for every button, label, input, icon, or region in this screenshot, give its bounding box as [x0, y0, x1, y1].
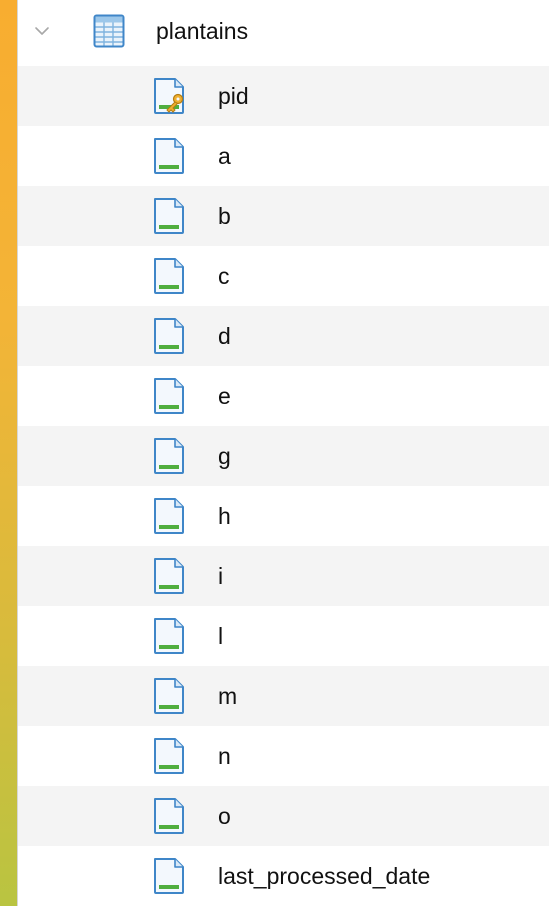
primary-key-column-icon — [154, 78, 184, 114]
column-icon — [154, 198, 184, 234]
column-name: n — [218, 743, 231, 769]
tree-row-column[interactable]: g — [18, 426, 549, 486]
schema-tree: plantains pid a b c d e g h i l m n o last_processed_… — [17, 0, 549, 906]
tree-row-column[interactable]: l — [18, 606, 549, 666]
column-icon — [154, 558, 184, 594]
column-name: pid — [218, 83, 249, 109]
column-icon — [154, 258, 184, 294]
tree-row-column[interactable]: a — [18, 126, 549, 186]
column-icon — [154, 438, 184, 474]
column-name: h — [218, 503, 231, 529]
window-edge — [0, 0, 17, 906]
column-name: g — [218, 443, 231, 469]
column-icon — [154, 138, 184, 174]
tree-row-column[interactable]: d — [18, 306, 549, 366]
tree-row-column[interactable]: m — [18, 666, 549, 726]
column-name: e — [218, 383, 231, 409]
column-name: a — [218, 143, 231, 169]
column-icon — [154, 858, 184, 894]
tree-row-column[interactable]: pid — [18, 66, 549, 126]
column-name: m — [218, 683, 238, 709]
tree-row-column[interactable]: o — [18, 786, 549, 846]
table-name: plantains — [156, 18, 249, 44]
tree-row-column[interactable]: h — [18, 486, 549, 546]
chevron-down-icon[interactable] — [32, 21, 52, 41]
tree-row-column[interactable]: b — [18, 186, 549, 246]
column-name: i — [218, 563, 224, 589]
tree-row-table[interactable]: plantains — [18, 0, 549, 66]
table-icon — [93, 14, 125, 48]
column-icon — [154, 378, 184, 414]
column-name: l — [218, 623, 224, 649]
column-icon — [154, 618, 184, 654]
column-name: d — [218, 323, 231, 349]
column-icon — [154, 318, 184, 354]
tree-row-column[interactable]: c — [18, 246, 549, 306]
tree-row-column[interactable]: e — [18, 366, 549, 426]
column-name: o — [218, 803, 231, 829]
column-icon — [154, 678, 184, 714]
tree-row-column[interactable]: n — [18, 726, 549, 786]
column-name: last_processed_date — [218, 863, 431, 889]
column-name: b — [218, 203, 231, 229]
tree-row-column[interactable]: i — [18, 546, 549, 606]
column-icon — [154, 798, 184, 834]
column-icon — [154, 498, 184, 534]
column-icon — [154, 738, 184, 774]
tree-row-column[interactable]: last_processed_date — [18, 846, 549, 906]
column-name: c — [218, 263, 230, 289]
